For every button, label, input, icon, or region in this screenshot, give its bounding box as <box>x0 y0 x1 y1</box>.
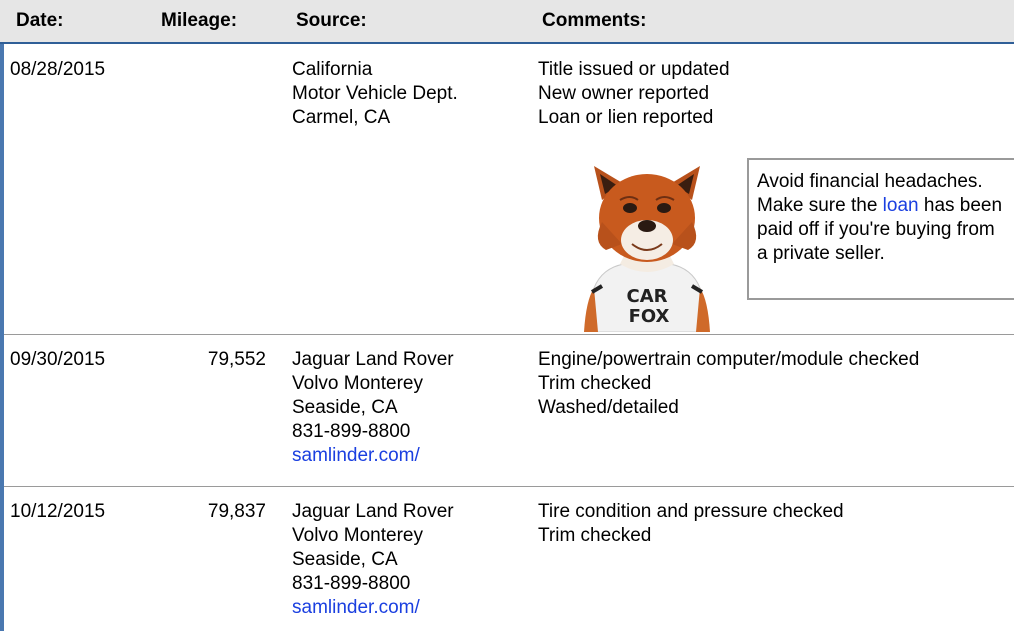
source-line: Volvo Monterey <box>292 373 423 394</box>
row-date: 08/28/2015 <box>10 59 106 80</box>
loan-link[interactable]: loan <box>883 195 919 216</box>
source-line: Motor Vehicle Dept. <box>292 83 458 104</box>
source-line: 831-899-8800 <box>292 573 411 594</box>
comment-line: Tire condition and pressure checked <box>538 501 844 522</box>
source-line: Seaside, CA <box>292 549 398 570</box>
header-source: Source: <box>296 10 367 31</box>
dealer-website-link[interactable]: samlinder.com/ <box>292 445 420 466</box>
source-line: 831-899-8800 <box>292 421 411 442</box>
source-line: Carmel, CA <box>292 107 391 128</box>
dealer-website-link[interactable]: samlinder.com/ <box>292 597 420 618</box>
row-source: California Motor Vehicle Dept. Carmel, C… <box>292 58 458 130</box>
row-source: Jaguar Land Rover Volvo Monterey Seaside… <box>292 500 454 620</box>
source-line: Volvo Monterey <box>292 525 423 546</box>
source-line: California <box>292 59 373 80</box>
row-comments: Title issued or updated New owner report… <box>538 58 730 130</box>
comment-line: Title issued or updated <box>538 59 730 80</box>
vehicle-history-table: Date: Mileage: Source: Comments: 08/28/2… <box>0 0 1014 631</box>
shirt-text-fox: FOX <box>629 306 670 327</box>
row-source: Jaguar Land Rover Volvo Monterey Seaside… <box>292 348 454 468</box>
row-comments: Engine/powertrain computer/module checke… <box>538 348 919 420</box>
comment-line: Trim checked <box>538 525 652 546</box>
loan-tip-box: Avoid financial headaches. Make sure the… <box>747 158 1014 300</box>
row-date: 10/12/2015 <box>10 501 106 522</box>
row-comments: Tire condition and pressure checked Trim… <box>538 500 844 548</box>
row-mileage: 79,837 <box>207 501 266 522</box>
table-row: 10/12/2015 79,837 Jaguar Land Rover Volv… <box>4 486 1014 631</box>
table-header: Date: Mileage: Source: Comments: <box>0 0 1014 44</box>
comment-line: New owner reported <box>538 83 710 104</box>
header-mileage: Mileage: <box>161 10 238 31</box>
comment-line: Trim checked <box>538 373 652 394</box>
comment-line: Engine/powertrain computer/module checke… <box>538 349 920 370</box>
comment-line: Loan or lien reported <box>538 107 714 128</box>
shirt-text-car: CAR <box>626 286 667 307</box>
carfox-mascot-image: CAR FOX <box>584 166 710 332</box>
source-line: Jaguar Land Rover <box>292 501 454 522</box>
header-date: Date: <box>16 10 64 31</box>
source-line: Seaside, CA <box>292 397 398 418</box>
header-comments: Comments: <box>542 10 647 31</box>
table-row: 09/30/2015 79,552 Jaguar Land Rover Volv… <box>4 334 1014 486</box>
row-date: 09/30/2015 <box>10 349 106 370</box>
row-mileage: 79,552 <box>207 349 266 370</box>
comment-line: Washed/detailed <box>538 397 679 418</box>
source-line: Jaguar Land Rover <box>292 349 454 370</box>
